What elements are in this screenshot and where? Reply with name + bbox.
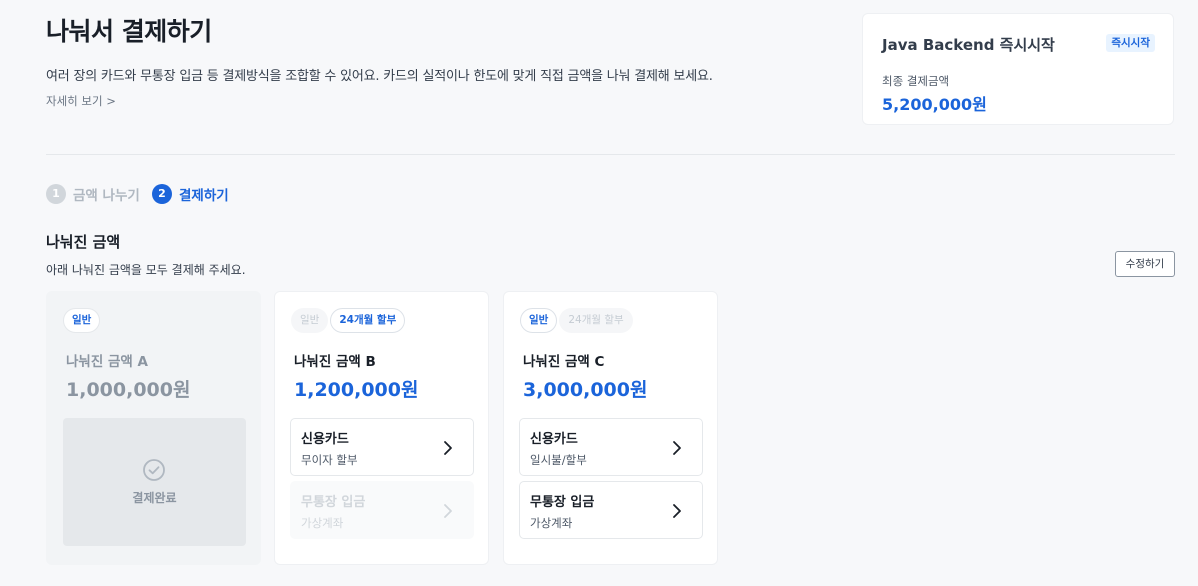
card-amount: 1,000,000원: [66, 379, 191, 401]
chevron-right-icon: [673, 441, 681, 455]
step-number: 2: [152, 184, 172, 204]
page-description: 여러 장의 카드와 무통장 입금 등 결제방식을 조합할 수 있어요. 카드의 …: [46, 69, 713, 84]
method-title: 무통장 입금: [301, 495, 366, 510]
card-tags: 일반 24개월 할부: [291, 308, 406, 333]
method-title: 신용카드: [530, 432, 578, 447]
payment-complete-box: 결제완료: [63, 418, 246, 546]
step-number: 1: [46, 184, 66, 204]
check-circle-icon: [143, 459, 165, 481]
status-badge: 즉시시작: [1106, 34, 1155, 52]
card-amount: 3,000,000원: [523, 379, 648, 401]
payment-complete-label: 결제완료: [132, 491, 177, 505]
total-amount: 5,200,000원: [882, 95, 987, 114]
tag-general: 일반: [63, 308, 101, 333]
card-name: 나눠진 금액 B: [294, 354, 376, 370]
page-title: 나눠서 결제하기: [46, 17, 212, 46]
split-card-a: 일반 나눠진 금액 A 1,000,000원 결제완료: [46, 291, 261, 565]
method-bank-transfer[interactable]: 무통장 입금 가상계좌: [519, 481, 703, 539]
step-payment: 2 결제하기: [152, 184, 229, 204]
chevron-right-icon: [444, 504, 452, 518]
tag-installment[interactable]: 24개월 할부: [330, 308, 406, 333]
split-payment-page: 나눠서 결제하기 여러 장의 카드와 무통장 입금 등 결제방식을 조합할 수 …: [0, 0, 1198, 586]
tag-general[interactable]: 일반: [291, 308, 329, 333]
chevron-right-icon: [673, 504, 681, 518]
chevron-right-icon: [444, 441, 452, 455]
card-tags: 일반: [63, 308, 101, 333]
method-subtitle: 가상계좌: [301, 516, 344, 530]
edit-button[interactable]: 수정하기: [1115, 251, 1175, 277]
order-summary-card: Java Backend 즉시시작 즉시시작 최종 결제금액 5,200,000…: [862, 13, 1174, 125]
total-label: 최종 결제금액: [882, 74, 950, 88]
card-name: 나눠진 금액 A: [66, 354, 148, 370]
card-tags: 일반 24개월 할부: [520, 308, 633, 333]
method-subtitle: 무이자 할부: [301, 453, 358, 467]
method-title: 신용카드: [301, 432, 349, 447]
product-name: Java Backend 즉시시작: [882, 36, 1055, 54]
tag-installment[interactable]: 24개월 할부: [559, 308, 633, 333]
split-card-c: 일반 24개월 할부 나눠진 금액 C 3,000,000원 신용카드 일시불/…: [503, 291, 718, 565]
card-name: 나눠진 금액 C: [523, 354, 605, 370]
method-title: 무통장 입금: [530, 495, 595, 510]
learn-more-link[interactable]: 자세히 보기 >: [46, 93, 116, 109]
section-title: 나눠진 금액: [46, 233, 121, 251]
split-card-b: 일반 24개월 할부 나눠진 금액 B 1,200,000원 신용카드 무이자 …: [274, 291, 489, 565]
tag-general[interactable]: 일반: [520, 308, 558, 333]
step-label: 결제하기: [179, 188, 229, 204]
header-divider: [46, 154, 1175, 155]
step-label: 금액 나누기: [73, 188, 140, 204]
card-amount: 1,200,000원: [294, 379, 419, 401]
method-credit-card[interactable]: 신용카드 무이자 할부: [290, 418, 474, 476]
method-credit-card[interactable]: 신용카드 일시불/할부: [519, 418, 703, 476]
method-subtitle: 일시불/할부: [530, 453, 587, 467]
section-description: 아래 나눠진 금액을 모두 결제해 주세요.: [46, 263, 246, 277]
method-subtitle: 가상계좌: [530, 516, 573, 530]
method-bank-transfer: 무통장 입금 가상계좌: [290, 481, 474, 539]
step-split-amount: 1 금액 나누기: [46, 184, 140, 204]
